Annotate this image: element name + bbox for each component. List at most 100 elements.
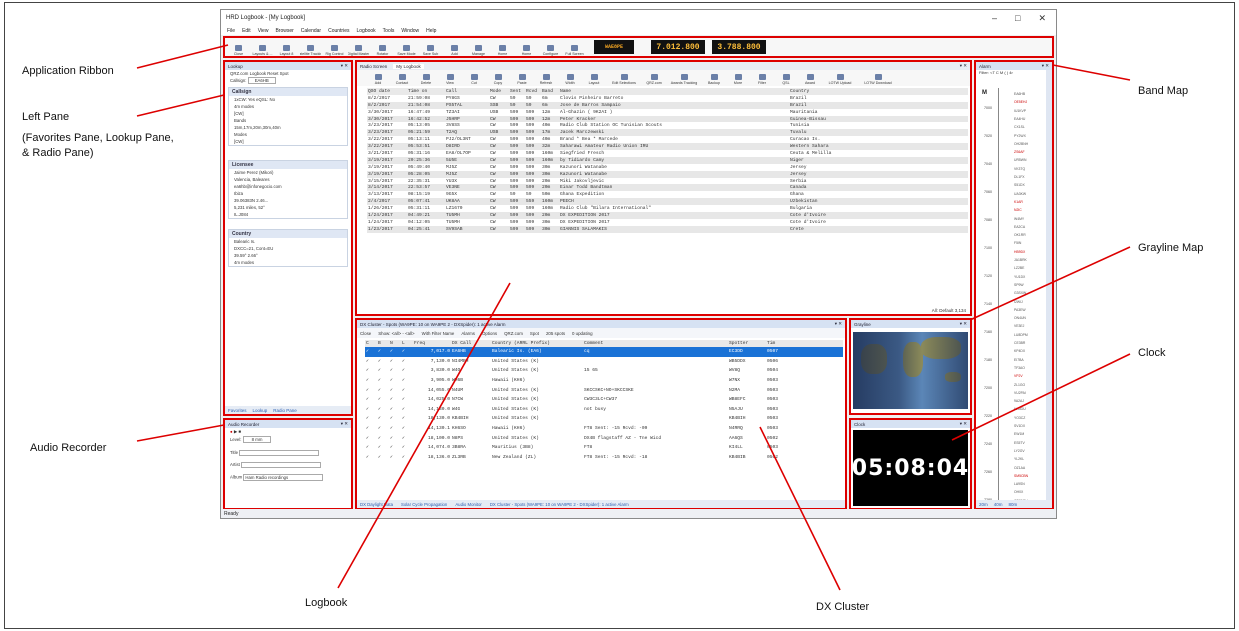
menu-countries[interactable]: Countries (328, 28, 349, 34)
col-b[interactable]: B (377, 340, 389, 347)
band-map-spot[interactable]: CE3BR (1014, 341, 1025, 345)
ribbon-rotator-button[interactable]: Rotator (372, 39, 393, 56)
col-l[interactable]: L (401, 340, 413, 347)
ribbon-add-button[interactable]: Add (444, 39, 465, 56)
band-map-spot[interactable]: SP9W (1014, 283, 1024, 287)
band-map-spot[interactable]: EW1M (1014, 432, 1024, 436)
dx-spot-button[interactable]: Spot (530, 331, 539, 336)
paste-button[interactable]: Paste (511, 71, 533, 85)
band-map-spot[interactable]: HA3OU (1014, 407, 1026, 411)
band-map-spot[interactable]: EI7BA (1014, 358, 1024, 362)
vfo-b-display[interactable]: 3.788.800 (712, 40, 766, 54)
table-row[interactable]: ✓ ✓ ✓ ✓ 14,130.1 KH6SO Hawaii (KH6) FT8 Sent: -… (365, 424, 843, 434)
band-map-spot[interactable]: YL2KL (1014, 457, 1024, 461)
band-map-spot[interactable]: SV1DX (1014, 424, 1025, 428)
country-section-header[interactable]: Country (229, 230, 347, 238)
band-map-spot[interactable]: OH2BNH (1014, 142, 1028, 146)
band-map-spot[interactable]: VE3EJ (1014, 324, 1024, 328)
band-map-spot[interactable]: ES5TV (1014, 441, 1025, 445)
band-map-spot[interactable]: JA1BRK (1014, 258, 1027, 262)
col-n[interactable]: N (389, 340, 401, 347)
band-map-spot[interactable]: LA9SN (1014, 482, 1025, 486)
ribbon-fullscreen-button[interactable]: Full Screen (564, 39, 585, 56)
band-map-spot[interactable]: I2WIJ (1014, 300, 1023, 304)
tab-20m[interactable]: 20m (979, 502, 988, 507)
col-dx-call[interactable]: DX Call (451, 340, 491, 347)
band-map-spot[interactable]: IU1KVP (1014, 109, 1026, 113)
tab-favorites[interactable]: Favorites (228, 408, 247, 413)
band-map-spot[interactable]: W4MY (1014, 217, 1024, 221)
awards-tracking-button[interactable]: Awards Tracking (667, 71, 701, 85)
table-row[interactable]: 3/21/2017 05:31:16 EA8/OL7OP CW 599 599 160m Si… (367, 150, 968, 157)
table-row[interactable]: 3/14/2017 22:53:57 VE3NE CW 599 599 20m Einar T… (367, 184, 968, 192)
table-row[interactable]: ✓ ✓ ✓ ✓ 18,100.0 N8PS United States (K) DX4B fl… (365, 433, 843, 443)
edit-selections-button[interactable]: Edit Selections (607, 71, 641, 85)
close-icon[interactable]: ✕ (1038, 13, 1046, 24)
ribbon-manage-button[interactable]: Manage (468, 39, 489, 56)
tab-audio-monitor[interactable]: Audio Monitor (455, 502, 482, 507)
col-country[interactable]: Country (ARRL Prefix) (491, 340, 583, 347)
band-map-spot[interactable]: DL1FX (1014, 175, 1025, 179)
band-map-spot[interactable]: OK1RR (1014, 233, 1026, 237)
band-map-spot[interactable]: K1AR (1014, 200, 1023, 204)
band-map-spot[interactable]: ON4UN (1014, 316, 1026, 320)
band-map-spot[interactable]: LU8DPM (1014, 333, 1028, 337)
table-row[interactable]: 3/23/2017 05:21:59 T2AQ USB 599 599 17m Jacek M… (367, 129, 968, 137)
table-row[interactable]: ✓ ✓ ✓ ✓ 14,025.0 N7CW United States (K) CW3C3LC… (365, 395, 843, 405)
tab-my-logbook[interactable]: My Logbook (393, 63, 424, 69)
table-row[interactable]: 3/13/2017 08:15:19 9G5X CW 59 59 50m Ghana Expe… (367, 191, 968, 198)
ribbon-save-sub-button[interactable]: Save Sub (420, 39, 441, 56)
table-row[interactable]: 8/2/2017 21:59:08 PY8GS CW 59 59 6m Clovis Pinh… (367, 95, 968, 102)
maximize-icon[interactable]: □ (1015, 13, 1020, 24)
band-map-spot[interactable]: ZL1GO (1014, 383, 1025, 387)
table-row[interactable]: ✓ ✓ ✓ ✓ 3,830.0 W4O United States (K) 15 65 WV8Q… (365, 366, 843, 376)
tab-lookup[interactable]: Lookup (253, 408, 268, 413)
table-row[interactable]: ✓ ✓ ✓ ✓ 3,905.0 WH6B Hawaii (KH6) W7NX 0503 (365, 376, 843, 386)
col-sent[interactable]: Sent (509, 88, 525, 95)
pin-icon[interactable]: ▾ ✕ (960, 321, 970, 327)
col-spotter[interactable]: Spotter (728, 340, 766, 347)
band-map-spot[interactable]: EA4HU (1014, 117, 1025, 121)
band-map-spot[interactable]: PA3EW (1014, 308, 1026, 312)
copy-button[interactable]: Copy (487, 71, 509, 85)
play-icon[interactable]: ▶ (234, 429, 237, 434)
band-map-spot[interactable]: EA2CA (1014, 225, 1025, 229)
table-row[interactable]: ✓ ✓ ✓ ✓ 14,055.0 N4UM United States (K) SKCCSKC… (365, 385, 843, 395)
menu-browser[interactable]: Browser (275, 28, 293, 34)
table-row[interactable]: 3/30/2017 16:42:52 J5HRP CW 599 599 12m Peter K… (367, 115, 968, 123)
table-row[interactable]: ✓ ✓ ✓ ✓ 18,130.0 KB4BIH United States (K) KB4BI… (365, 414, 843, 424)
grayline-map[interactable] (853, 332, 968, 409)
menu-file[interactable]: File (227, 28, 235, 34)
lookup-toolbar[interactable]: QRZ.com Logbook Reset Spot (225, 70, 351, 77)
title-input[interactable] (239, 450, 320, 456)
refresh-button[interactable]: Refresh (535, 71, 557, 85)
dx-close-button[interactable]: Close (360, 331, 371, 336)
qsl-button[interactable]: QSL (775, 71, 797, 85)
view-button[interactable]: View (439, 71, 461, 85)
table-row[interactable]: 3/19/2017 20:25:36 5U5E CW 599 599 160m by Tidi… (367, 156, 968, 164)
table-row[interactable]: 3/19/2017 05:28:05 MJ5Z CW 599 599 30m Kazunori… (367, 170, 968, 178)
pin-icon[interactable]: ▾ ✕ (1042, 63, 1052, 69)
ribbon-close-button[interactable]: Close (228, 39, 249, 56)
band-map-spot[interactable]: TF3AO (1014, 366, 1025, 370)
ribbon-save-mode-button[interactable]: Save Mode (396, 39, 417, 56)
band-map-spot[interactable]: CX1SL (1014, 125, 1025, 129)
minimize-icon[interactable]: – (992, 13, 997, 24)
band-map-spot[interactable]: UR5WN (1014, 158, 1026, 162)
pin-icon[interactable]: ▾ ✕ (341, 421, 351, 427)
col-call[interactable]: Call (445, 88, 489, 95)
backup-button[interactable]: Backup (703, 71, 725, 85)
col-c[interactable]: C (365, 340, 377, 347)
band-map-spot[interactable]: F5IN (1014, 241, 1021, 245)
dx-alarms-button[interactable]: Alarms (461, 331, 475, 336)
delete-button[interactable]: Delete (415, 71, 437, 85)
filter-button[interactable]: Filter (751, 71, 773, 85)
cut-button[interactable]: Cut (463, 71, 485, 85)
tab-radio-screen[interactable]: Radio Screen (360, 64, 387, 69)
menu-view[interactable]: View (258, 28, 269, 34)
table-row[interactable]: ✓ ✓ ✓ ✓ 7,130.0 NI4MBR United States (K) WB5DDX… (365, 357, 843, 367)
band-map-spot[interactable]: S51DX (1014, 183, 1025, 187)
table-row[interactable]: 3/19/2017 05:49:40 MJ5Z CW 599 599 30m Kazunori… (367, 164, 968, 171)
band-map-spot[interactable]: UA3KW (1014, 192, 1026, 196)
table-row[interactable]: ✓ ✓ ✓ ✓ 14,074.0 3B8RA Mauritius (3B8) FT8 KI4LL… (365, 443, 843, 453)
